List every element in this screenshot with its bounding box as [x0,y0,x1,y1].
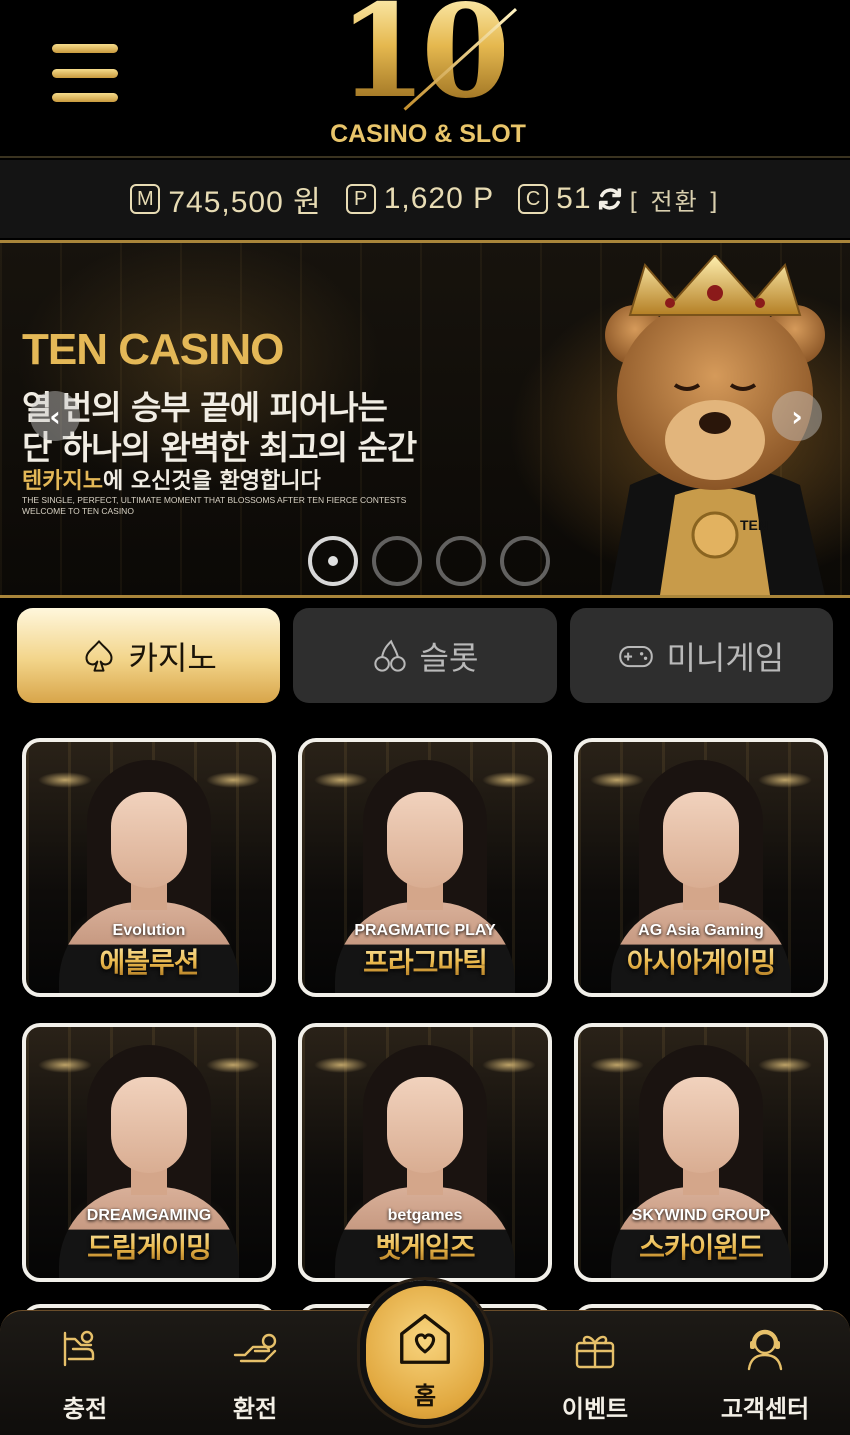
provider-logo: Evolution [112,922,186,939]
provider-logo: PRAGMATIC PLAY [354,922,496,939]
game-provider-grid: Evolution 에볼루션 PRAGMATIC PLAY 프라그마틱 AG A… [22,738,828,1282]
coin-value: 51 [556,182,592,215]
banner-welcome-highlight: 텐카지노 [22,469,103,494]
game-card-asia-gaming[interactable]: AG Asia Gaming 아시아게이밍 [574,738,828,997]
nav-exchange-label: 환전 [232,1395,278,1423]
top-header: 10 CASINO & SLOT [0,0,850,158]
banner-english-line-2: WELCOME TO TEN CASINO [22,506,134,516]
bear-shirt-text: TEN [740,517,768,533]
game-card-dream-gaming[interactable]: DREAMGAMING 드림게이밍 [22,1023,276,1282]
point-value: 1,620 P [383,182,495,215]
logo-subtitle: CASINO & SLOT [330,120,526,148]
chandelier [758,772,812,788]
withdraw-hand-icon [233,1333,277,1363]
menu-bar [52,44,118,53]
menu-bar [52,93,118,102]
chandelier [590,1057,644,1073]
point-balance: P 1,620 P [345,182,495,216]
banner-welcome-rest: 에 오신것을 환영합니다 [102,469,321,494]
chandelier [314,772,368,788]
chandelier [482,772,536,788]
convert-button[interactable]: [ 전환 ] [630,182,720,217]
cherry-icon [373,639,406,672]
tab-casino-label: 카지노 [128,638,217,677]
game-card-label: 스카이윈드 [578,1226,824,1266]
game-card-pragmatic[interactable]: PRAGMATIC PLAY 프라그마틱 [298,738,552,997]
tab-slot[interactable]: 슬롯 [293,608,557,703]
chandelier [38,1057,92,1073]
provider-logo: SKYWIND GROUP [631,1207,771,1224]
provider-logo: DREAMGAMING [86,1207,212,1224]
banner-welcome: 텐카지노에 오신것을 환영합니다 [22,463,321,495]
headset-support-icon [747,1329,783,1371]
nav-home-label: 홈 [413,1382,437,1410]
game-card-evolution[interactable]: Evolution 에볼루션 [22,738,276,997]
banner-english-line-1: THE SINGLE, PERFECT, ULTIMATE MOMENT THA… [22,495,407,505]
logo-number: 10 [338,0,510,116]
banner-english-text: THE SINGLE, PERFECT, ULTIMATE MOMENT THA… [22,495,406,517]
provider-logo: AG Asia Gaming [638,922,764,939]
nav-event[interactable]: 이벤트 [530,1319,660,1429]
tab-minigame[interactable]: 미니게임 [569,608,833,703]
chandelier [482,1057,536,1073]
coin-badge-icon: C [518,184,549,214]
game-card-label: 프라그마틱 [302,941,548,981]
nav-charge-label: 충전 [62,1395,108,1423]
menu-bar [52,68,118,78]
chandelier [206,772,260,788]
banner-prev-arrow[interactable]: ‹ [30,391,80,441]
chandelier [590,772,644,788]
tab-slot-label: 슬롯 [419,638,479,677]
promo-banner[interactable]: TEN CASINO 열 번의 승부 끝에 피어나는 단 하나의 완벽한 최고의… [0,240,850,598]
nav-exchange[interactable]: 환전 [190,1319,320,1429]
money-value: 745,500 원 [168,186,322,219]
tab-casino[interactable]: 카지노 [17,608,281,703]
gamepad-icon [619,645,654,667]
spade-icon [85,639,112,672]
game-card-label: 아시아게이밍 [578,941,824,981]
nav-home-button[interactable]: 홈 [360,1280,490,1425]
banner-dot-4[interactable] [500,536,550,586]
balance-bar: M 745,500 원 P 1,620 P C 51 [ 전환 ] [0,160,850,238]
banner-next-arrow[interactable]: › [772,391,822,441]
chandelier [758,1057,812,1073]
chandelier [38,772,92,788]
provider-logo: betgames [387,1207,463,1224]
chandelier [206,1057,260,1073]
banner-headline-2: 단 하나의 완벽한 최고의 순간 [22,428,417,467]
chandelier [314,1057,368,1073]
coin-balance: C 51 [ 전환 ] [518,182,720,217]
game-card-skywind[interactable]: SKYWIND GROUP 스카이윈드 [574,1023,828,1282]
deposit-hand-icon [63,1330,95,1367]
game-card-label: 에볼루션 [26,941,272,981]
nav-support[interactable]: 고객센터 [700,1319,830,1429]
banner-pagination [308,536,550,586]
home-heart-icon [400,1314,450,1364]
money-balance: M 745,500 원 [130,177,321,221]
money-badge-icon: M [130,184,161,214]
nav-support-label: 고객센터 [720,1395,810,1423]
gift-icon [575,1335,615,1369]
hamburger-menu-icon[interactable] [52,44,118,102]
game-card-label: 벳게임즈 [302,1226,548,1266]
banner-title: TEN CASINO [22,325,284,374]
category-tabs: 카지노 슬롯 미니게임 [17,608,833,703]
point-badge-icon: P [345,184,376,214]
nav-event-label: 이벤트 [561,1395,629,1423]
banner-dot-2[interactable] [372,536,422,586]
site-logo[interactable]: 10 CASINO & SLOT [310,0,540,155]
tab-minigame-label: 미니게임 [666,638,785,677]
nav-charge[interactable]: 충전 [20,1319,150,1429]
banner-dot-3[interactable] [436,536,486,586]
game-card-label: 드림게이밍 [26,1226,272,1266]
banner-dot-1[interactable] [308,536,358,586]
game-card-betgames[interactable]: betgames 벳게임즈 [298,1023,552,1282]
refresh-icon[interactable] [596,185,624,213]
